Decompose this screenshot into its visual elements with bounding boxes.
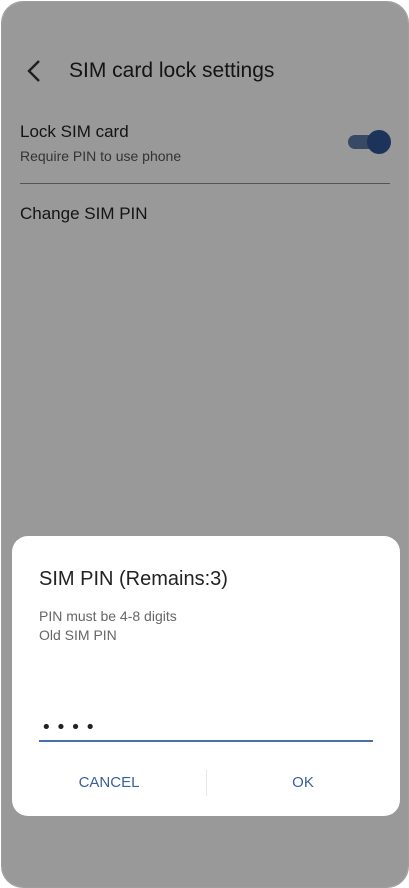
cancel-button[interactable]: CANCEL	[12, 766, 206, 800]
dialog-message-digits: PIN must be 4-8 digits	[39, 608, 177, 624]
pin-input[interactable]	[39, 714, 373, 742]
screen: 10:00 100 SIM card lock settings Lock SI…	[2, 2, 408, 887]
phone-frame: 10:00 100 SIM card lock settings Lock SI…	[1, 1, 409, 888]
ok-button[interactable]: OK	[206, 766, 400, 800]
sim-pin-dialog: SIM PIN (Remains:3) PIN must be 4-8 digi…	[12, 536, 400, 816]
dialog-title: SIM PIN (Remains:3)	[39, 568, 228, 590]
dialog-message-old-pin: Old SIM PIN	[39, 627, 117, 643]
